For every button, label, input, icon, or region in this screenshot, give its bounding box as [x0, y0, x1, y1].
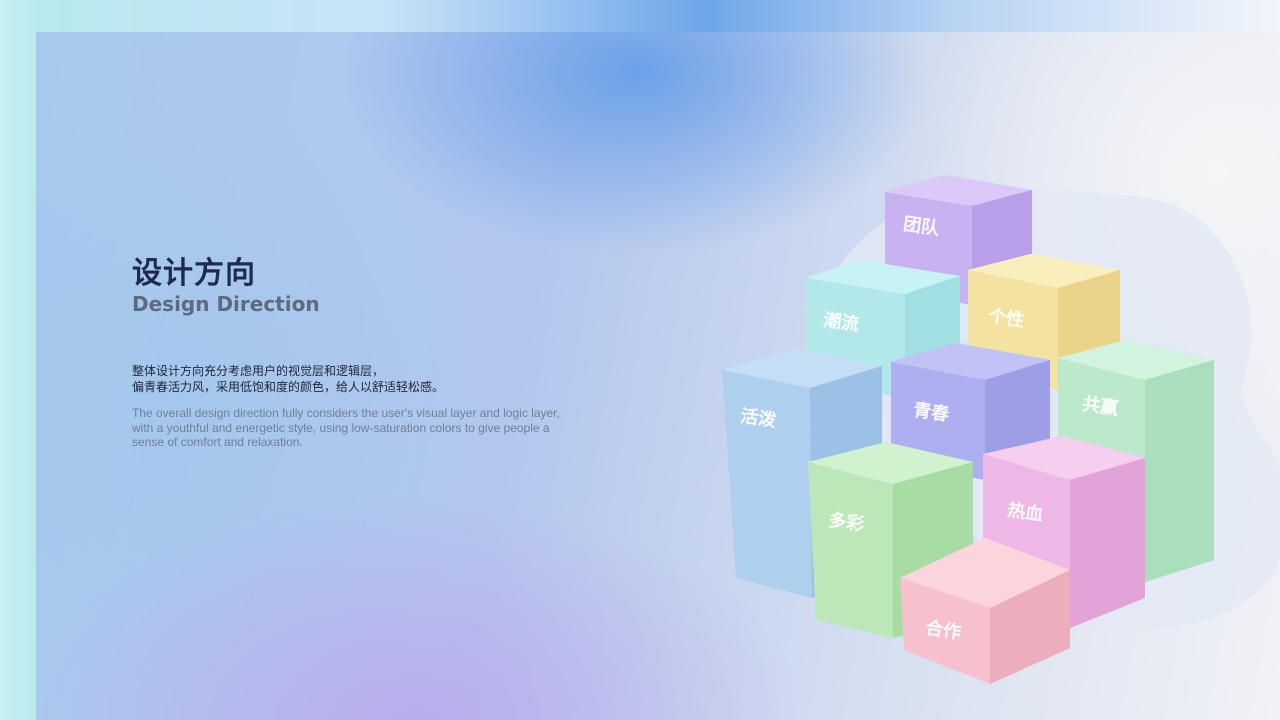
cube-stack-graphic: 团队 潮流 个性 活泼 青春 共赢 多彩 热血 合作	[722, 175, 1214, 684]
